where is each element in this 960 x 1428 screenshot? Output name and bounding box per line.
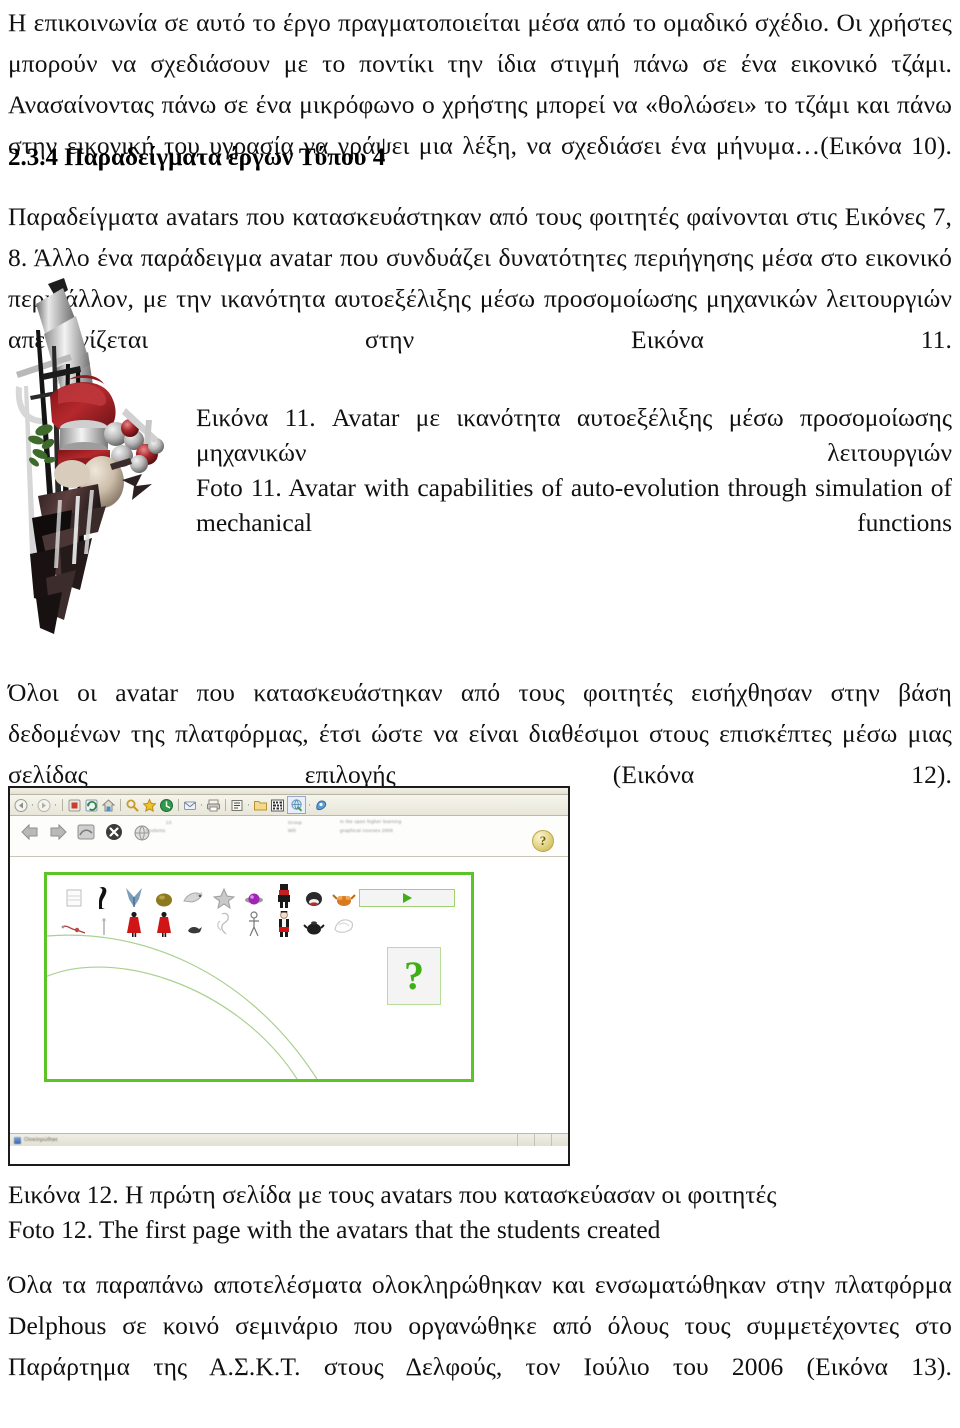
figure-11-avatar-image <box>6 268 188 668</box>
black-teapot-avatar[interactable] <box>301 911 327 937</box>
print-icon[interactable] <box>206 798 221 813</box>
small-dark-avatar[interactable] <box>181 911 207 937</box>
toolbar-separator <box>120 799 121 811</box>
random-avatar-button[interactable]: ? <box>387 947 441 1005</box>
home-icon[interactable] <box>101 798 116 813</box>
blue-arrow-avatar[interactable] <box>121 883 147 909</box>
status-page-icon <box>14 1136 21 1144</box>
header-course-title: in the open higher learning <box>340 819 402 824</box>
tiny-stick-avatar[interactable] <box>91 911 117 937</box>
orange-crab-avatar[interactable] <box>331 883 357 909</box>
back-dropdown-icon[interactable]: · <box>31 800 35 810</box>
toolbar-separator <box>178 799 179 811</box>
messenger-icon[interactable] <box>270 798 285 813</box>
avatar-selection-frame: ? <box>44 872 474 1082</box>
status-text: Ολοκληρώθηκε <box>10 1136 58 1144</box>
avatar-grid[interactable] <box>61 883 361 937</box>
forward-icon[interactable] <box>37 798 52 813</box>
favorites-icon[interactable] <box>142 797 157 813</box>
status-zone-cell <box>551 1134 568 1146</box>
white-scribble-avatar[interactable] <box>331 911 357 937</box>
toolbar-separator <box>225 799 226 811</box>
figure-12-caption-greek: Εικόνα 12. Η πρώτη σελίδα με τους avatar… <box>8 1180 777 1209</box>
figure-12-browser-screenshot: · · · · · 13 students Group Mill in the … <box>8 786 570 1166</box>
play-button[interactable] <box>359 889 455 907</box>
status-zone-cell <box>534 1134 551 1146</box>
white-sketch-avatar[interactable] <box>211 911 237 937</box>
paragraph-intro: Η επικοινωνία σε αυτό το έργο πραγματοπο… <box>8 8 952 160</box>
mail-dropdown-icon[interactable]: · <box>200 800 204 810</box>
paper-avatar[interactable] <box>61 883 87 909</box>
avatar-row[interactable] <box>61 883 361 909</box>
white-figure-avatar[interactable] <box>241 911 267 937</box>
previous-arrow-icon[interactable] <box>20 822 40 842</box>
shuffle-icon[interactable] <box>76 822 96 842</box>
header-mill-label: Mill <box>288 828 296 833</box>
help-badge[interactable]: ? <box>532 830 554 852</box>
back-icon[interactable] <box>14 798 29 813</box>
purple-orb-avatar[interactable] <box>241 883 267 909</box>
history-icon[interactable] <box>159 798 174 813</box>
browser-toolbar[interactable]: · · · · · <box>10 795 568 816</box>
translate-icon[interactable] <box>287 796 306 814</box>
status-zone-cell <box>517 1134 534 1146</box>
edit-icon[interactable] <box>230 798 245 813</box>
olive-sphere-avatar[interactable] <box>151 883 177 909</box>
dark-figure-avatar[interactable] <box>91 883 117 909</box>
folder-icon[interactable] <box>253 798 268 813</box>
header-left-line-2: students <box>146 828 166 833</box>
red-black-figure-avatar[interactable] <box>271 883 297 909</box>
figure-12-caption-english: Foto 12. The first page with the avatars… <box>8 1215 661 1244</box>
avatar-row[interactable] <box>61 911 361 937</box>
play-triangle-icon <box>403 893 412 903</box>
next-arrow-icon[interactable] <box>48 822 68 842</box>
browser-status-bar: Ολοκληρώθηκε <box>10 1133 568 1146</box>
paragraph-conclusion: Όλα τα παραπάνω αποτελέσματα ολοκληρώθηκ… <box>8 1270 952 1381</box>
grey-bird-avatar[interactable] <box>181 883 207 909</box>
header-course-subtitle: graphical courses 2005 <box>340 828 394 833</box>
translate-dropdown-icon[interactable]: · <box>308 800 312 810</box>
dark-mouth-avatar[interactable] <box>301 883 327 909</box>
realplayer-icon[interactable] <box>314 798 329 813</box>
header-group-label: Group <box>288 820 303 825</box>
page-nav-icons[interactable] <box>20 822 152 842</box>
thin-wire-avatar[interactable] <box>61 911 87 937</box>
section-heading-234: 2.3.4 Παραδείγματα έργων Τύπου 4 <box>8 144 386 171</box>
web-page-body: 13 students Group Mill in the open highe… <box>10 816 568 1146</box>
refresh-icon[interactable] <box>84 798 99 813</box>
mail-icon[interactable] <box>183 798 198 813</box>
toolbar-separator <box>62 799 63 811</box>
status-zones <box>517 1134 568 1146</box>
clown-avatar[interactable] <box>271 911 297 937</box>
stop-icon[interactable] <box>67 798 82 813</box>
forward-dropdown-icon[interactable]: · <box>54 800 58 810</box>
search-icon[interactable] <box>125 798 140 813</box>
figure-11-caption-english: Foto 11. Avatar with capabilities of aut… <box>196 473 952 537</box>
status-label: Ολοκληρώθηκε <box>24 1137 58 1143</box>
red-dress-avatar[interactable] <box>121 911 147 937</box>
grey-star-avatar[interactable] <box>211 883 237 909</box>
close-icon[interactable] <box>104 822 124 842</box>
edit-dropdown-icon[interactable]: · <box>247 800 251 810</box>
red-dress-avatar-2[interactable] <box>151 911 177 937</box>
browser-title-bar <box>10 788 568 795</box>
document-page: Η επικοινωνία σε αυτό το έργο πραγματοπο… <box>0 0 960 1381</box>
page-header: 13 students Group Mill in the open highe… <box>10 816 568 857</box>
header-left-line-1: 13 <box>166 820 172 825</box>
